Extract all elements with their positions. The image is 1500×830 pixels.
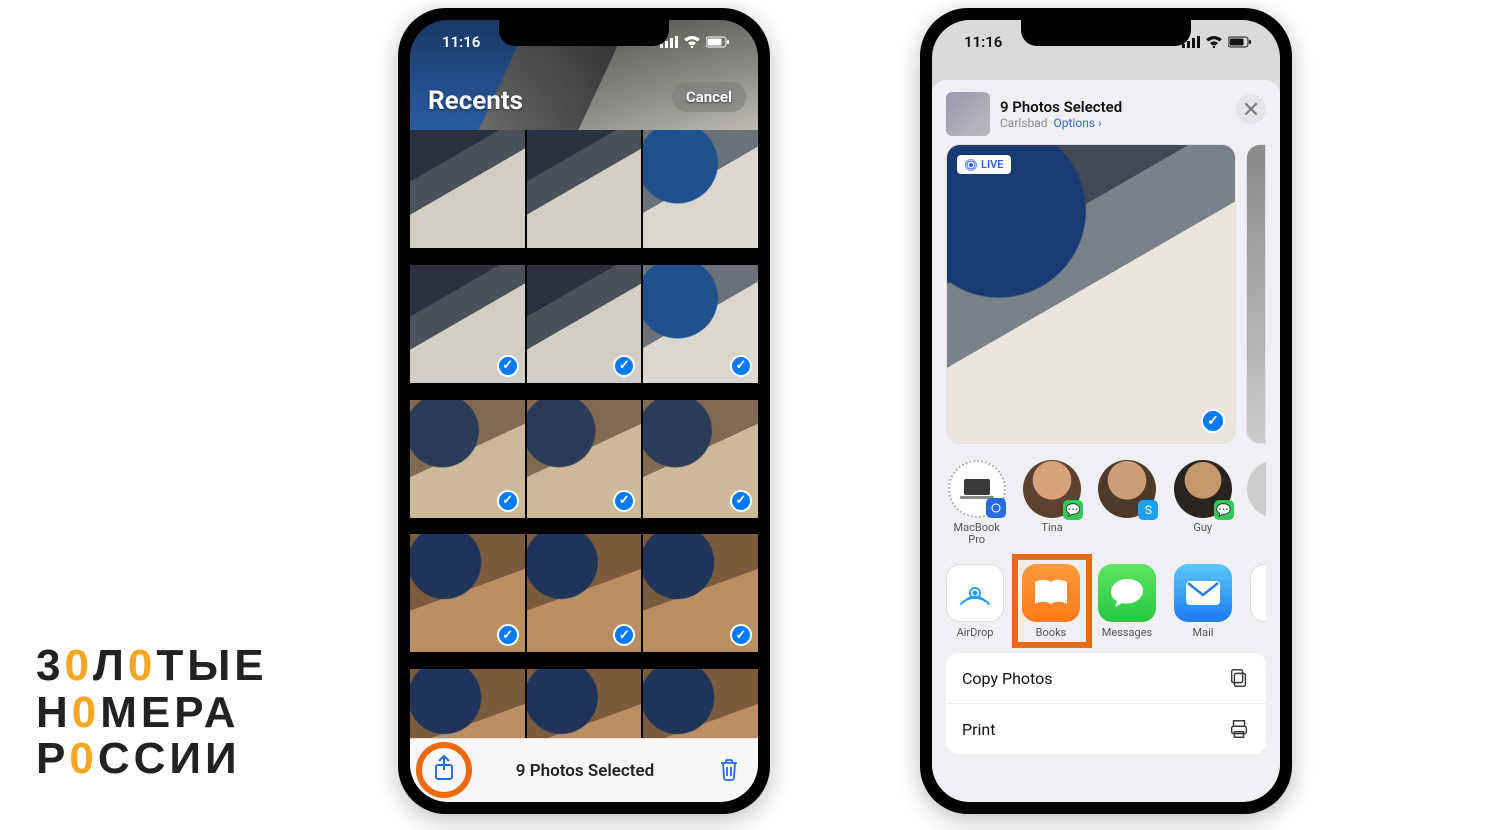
- thumb[interactable]: ✓: [410, 265, 525, 383]
- avatar: 💬: [1174, 460, 1232, 518]
- thumb[interactable]: ✓: [527, 534, 642, 652]
- header-title: 9 Photos Selected: [1000, 98, 1122, 116]
- trash-button[interactable]: [718, 757, 740, 785]
- battery-icon: [706, 36, 730, 48]
- contact-more[interactable]: [1247, 460, 1266, 522]
- selected-check-icon: ✓: [613, 624, 635, 646]
- thumb[interactable]: [527, 130, 642, 248]
- thumb[interactable]: ✓: [410, 400, 525, 518]
- close-icon: [1244, 102, 1258, 116]
- selected-check-icon: ✓: [730, 624, 752, 646]
- cancel-button[interactable]: Cancel: [672, 82, 746, 112]
- status-icons: [660, 36, 730, 48]
- avatar: S: [1098, 460, 1156, 518]
- share-sheet-header: 9 Photos Selected Carlsbad Options ›: [932, 80, 1280, 144]
- airdrop-icon: [946, 564, 1004, 622]
- thumb[interactable]: ✓: [527, 265, 642, 383]
- contact-guy[interactable]: 💬 Guy: [1172, 460, 1233, 534]
- share-sheet: 9 Photos Selected Carlsbad Options ›: [932, 80, 1280, 802]
- copy-icon: [1228, 667, 1250, 689]
- thumb[interactable]: ✓: [410, 534, 525, 652]
- avatar: [1247, 460, 1266, 518]
- status-icons: [1182, 36, 1252, 48]
- selected-check-icon: ✓: [497, 490, 519, 512]
- app-label: Messages: [1098, 626, 1156, 639]
- preview-photo[interactable]: LIVE ✓: [946, 144, 1236, 444]
- app-airdrop[interactable]: AirDrop: [946, 564, 1004, 639]
- skype-badge-icon: S: [1138, 500, 1158, 520]
- selected-check-icon: ✓: [1201, 409, 1225, 433]
- contact-name: MacBook Pro: [946, 522, 1007, 546]
- selected-check-icon: ✓: [497, 624, 519, 646]
- books-icon: [1022, 564, 1080, 622]
- avatar: 💬: [1023, 460, 1081, 518]
- selected-check-icon: ✓: [730, 490, 752, 512]
- app-more[interactable]: [1250, 564, 1266, 626]
- thumb[interactable]: ✓: [643, 265, 758, 383]
- share-contacts-row[interactable]: MacBook Pro 💬 Tina S: [932, 454, 1280, 558]
- thumb[interactable]: ✓: [643, 400, 758, 518]
- notch: [499, 20, 669, 46]
- selected-check-icon: ✓: [613, 490, 635, 512]
- notch: [1021, 20, 1191, 46]
- live-badge: LIVE: [957, 155, 1011, 174]
- app-label: Books: [1022, 626, 1080, 639]
- photo-grid[interactable]: ✓ ✓ ✓ ✓ ✓ ✓ ✓ ✓ ✓: [410, 130, 758, 802]
- action-print[interactable]: Print: [946, 704, 1266, 754]
- live-icon: [965, 159, 977, 171]
- preview-next[interactable]: [1246, 144, 1266, 444]
- mail-icon: [1174, 564, 1232, 622]
- more-icon: [1250, 564, 1266, 622]
- messages-icon: [1098, 564, 1156, 622]
- device-icon: [948, 460, 1006, 518]
- share-icon: [433, 755, 455, 781]
- app-books[interactable]: Books: [1022, 564, 1080, 639]
- app-label: Mail: [1174, 626, 1232, 639]
- contact-name: Tina: [1021, 522, 1082, 534]
- preview-area[interactable]: LIVE ✓: [932, 144, 1280, 454]
- action-list: Copy Photos Print: [946, 653, 1266, 754]
- thumb[interactable]: ✓: [527, 400, 642, 518]
- phone-left: 11:16 Recents Cancel ✓ ✓: [398, 8, 770, 814]
- wifi-icon: [1206, 36, 1222, 48]
- selected-check-icon: ✓: [613, 355, 635, 377]
- options-link[interactable]: Options ›: [1054, 116, 1102, 130]
- action-copy-photos[interactable]: Copy Photos: [946, 653, 1266, 704]
- contact-macbook[interactable]: MacBook Pro: [946, 460, 1007, 546]
- thumb[interactable]: [410, 130, 525, 248]
- album-title: Recents: [428, 86, 523, 116]
- print-icon: [1228, 718, 1250, 740]
- thumb[interactable]: [643, 130, 758, 248]
- selected-check-icon: ✓: [497, 355, 519, 377]
- phone-right: 11:16 9 Photos Selected Carlsbad: [920, 8, 1292, 814]
- selected-check-icon: ✓: [730, 355, 752, 377]
- messages-badge-icon: 💬: [1214, 500, 1234, 520]
- wifi-icon: [684, 36, 700, 48]
- action-label: Print: [962, 720, 995, 739]
- contact-name: Guy: [1172, 522, 1233, 534]
- status-time: 11:16: [442, 33, 480, 51]
- contact-person[interactable]: S: [1097, 460, 1158, 522]
- header-thumbnail: [946, 92, 990, 136]
- share-button[interactable]: [433, 755, 455, 785]
- selection-count: 9 Photos Selected: [516, 761, 654, 781]
- thumb[interactable]: ✓: [643, 534, 758, 652]
- action-label: Copy Photos: [962, 669, 1052, 688]
- annotation-share-circle: [416, 742, 472, 798]
- header-subtitle: Carlsbad Options ›: [1000, 116, 1122, 130]
- airdrop-badge-icon: [986, 498, 1006, 518]
- battery-icon: [1228, 36, 1252, 48]
- status-time: 11:16: [964, 33, 1002, 51]
- messages-badge-icon: 💬: [1063, 500, 1083, 520]
- app-messages[interactable]: Messages: [1098, 564, 1156, 639]
- trash-icon: [718, 757, 740, 781]
- app-label: AirDrop: [946, 626, 1004, 639]
- share-apps-row[interactable]: AirDrop Books: [932, 558, 1280, 647]
- close-button[interactable]: [1236, 94, 1266, 124]
- app-mail[interactable]: Mail: [1174, 564, 1232, 639]
- contact-tina[interactable]: 💬 Tina: [1021, 460, 1082, 534]
